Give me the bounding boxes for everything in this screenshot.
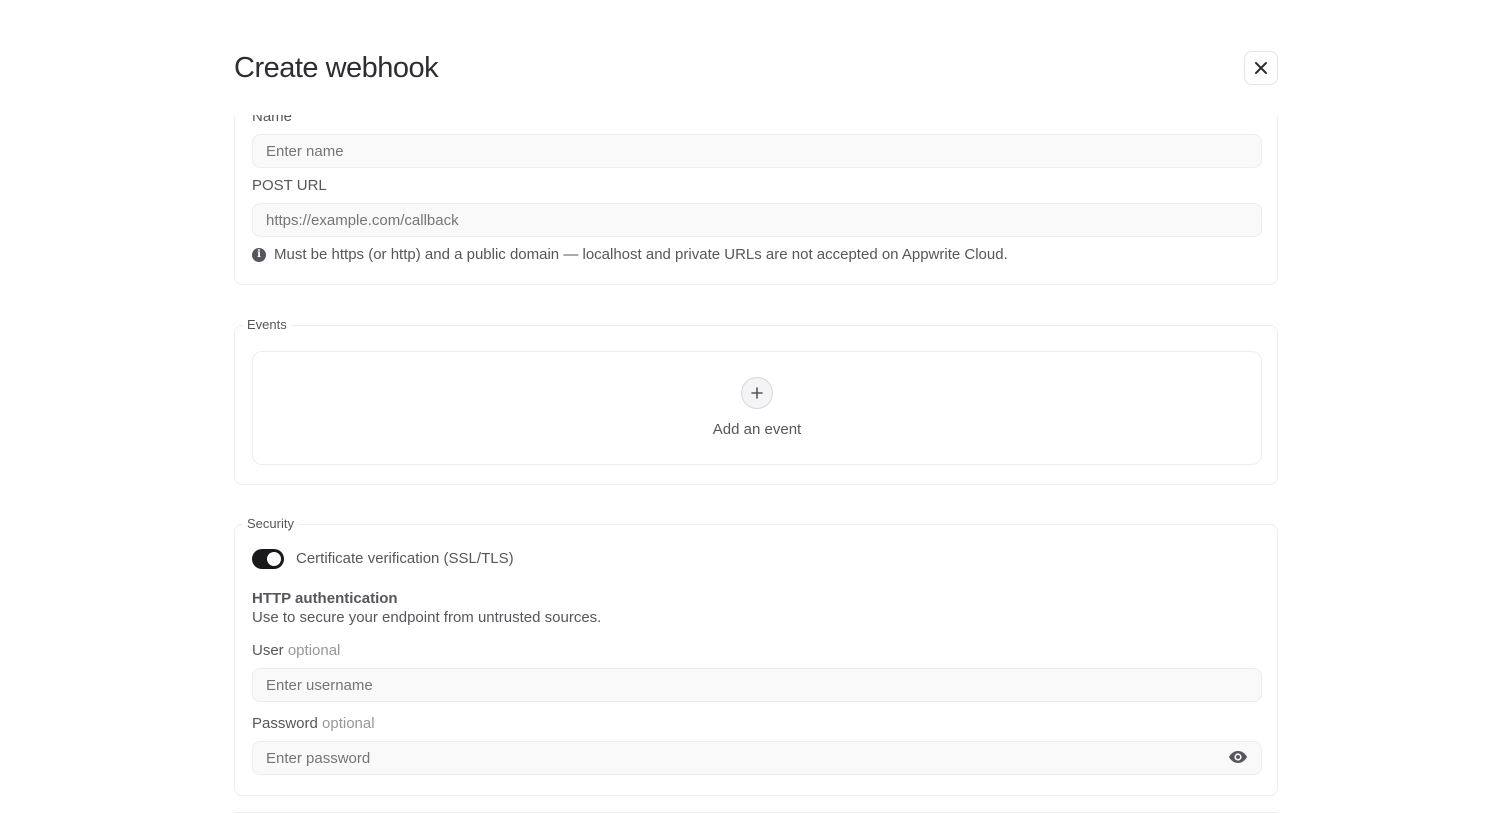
details-card: Name POST URL i Must be https (or http) … [234, 115, 1278, 285]
add-event-label: Add an event [712, 421, 802, 438]
user-optional: optional [287, 642, 341, 659]
post-url-input[interactable] [252, 203, 1262, 237]
toggle-knob [267, 552, 281, 566]
ssl-toggle[interactable] [252, 549, 284, 569]
modal-body[interactable]: Name POST URL i Must be https (or http) … [0, 115, 1512, 814]
close-button[interactable] [1244, 51, 1278, 85]
user-label-text: User [252, 642, 284, 659]
events-card: Events Add an event [234, 317, 1278, 485]
security-legend: Security [243, 516, 298, 532]
password-label-text: Password [252, 715, 318, 732]
security-card: Security Certificate verification (SSL/T… [234, 516, 1278, 796]
password-label: Password optional [252, 715, 375, 733]
url-hint: i Must be https (or http) and a public d… [252, 246, 1008, 264]
password-input[interactable] [252, 741, 1262, 775]
http-auth-title: HTTP authentication [252, 590, 398, 607]
plus-icon [751, 387, 763, 399]
username-input[interactable] [252, 668, 1262, 702]
create-webhook-modal: Create webhook Name POST URL i Must be h… [0, 0, 1512, 814]
close-icon [1255, 62, 1267, 74]
eye-icon [1229, 751, 1247, 763]
events-legend: Events [243, 317, 291, 333]
ssl-toggle-label: Certificate verification (SSL/TLS) [296, 550, 514, 567]
post-url-label: POST URL [252, 177, 327, 194]
url-hint-text: Must be https (or http) and a public dom… [274, 246, 1008, 263]
password-field [235, 741, 1277, 775]
password-optional: optional [322, 715, 375, 732]
footer-divider [234, 812, 1278, 813]
name-label: Name [252, 115, 293, 125]
show-password-button[interactable] [1228, 749, 1248, 765]
user-label: User optional [252, 642, 340, 660]
modal-title: Create webhook [234, 52, 439, 84]
info-icon: i [252, 248, 266, 262]
add-event-button[interactable] [741, 377, 773, 409]
add-event-area[interactable]: Add an event [252, 351, 1262, 465]
http-auth-description: Use to secure your endpoint from untrust… [252, 609, 602, 626]
name-input[interactable] [252, 134, 1262, 168]
